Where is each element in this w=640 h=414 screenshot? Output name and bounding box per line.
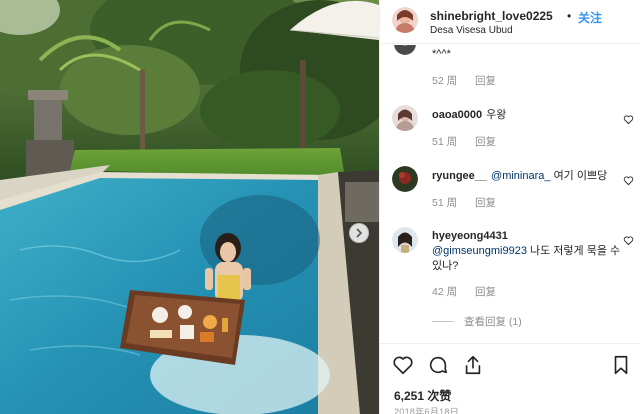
post-actions: 6,251 次赞 2018年6月18日 [380,343,640,414]
separator-dot: • [567,9,572,23]
comments-list[interactable]: *^^* 52 周 回复 oaoa0000 우왕 51 周 回复 ryungee_… [380,45,640,343]
comment-age: 51 周 [432,197,458,209]
avatar[interactable] [392,7,418,33]
view-replies-label: 查看回复 (1) [464,316,522,328]
view-replies-button[interactable]: 查看回复 (1) [432,314,522,329]
comment-username[interactable]: hyeyeong4431 [432,230,508,242]
avatar[interactable] [392,227,418,253]
comment-body: hyeyeong4431 @gimseungmi9923 나도 저렇게 묵을 수 … [432,229,622,274]
comment-text: 우왕 [486,109,507,121]
comment-icon[interactable] [427,354,449,376]
reply-button[interactable]: 回复 [475,134,496,149]
follow-button[interactable]: 关注 [578,9,602,26]
comment-age: 52 周 [432,75,458,87]
avatar[interactable] [392,105,418,131]
post-username[interactable]: shinebright_love0225 [430,9,553,23]
comment-mention[interactable]: @gimseungmi9923 [432,245,527,257]
post-header: shinebright_love0225 • 关注 Desa Visesa Ub… [380,0,640,44]
bookmark-icon[interactable] [610,354,632,376]
carousel-next-button[interactable] [349,223,369,243]
pool-photo-image [0,0,379,414]
comment-mention[interactable]: @mininara_ [491,170,550,182]
reply-button[interactable]: 回复 [475,195,496,210]
share-icon[interactable] [462,354,484,376]
comment-age: 51 周 [432,136,458,148]
chevron-right-icon [356,228,363,238]
reply-button[interactable]: 回复 [475,73,496,88]
heart-icon[interactable] [623,235,634,246]
comment-age: 42 周 [432,286,458,298]
comment-text: 여기 이쁘당 [553,170,608,182]
replies-line [432,321,454,322]
comment-username[interactable]: ryungee__ [432,170,487,182]
comment-username[interactable]: oaoa0000 [432,109,482,121]
heart-icon[interactable] [392,354,414,376]
post-side-panel: shinebright_love0225 • 关注 Desa Visesa Ub… [380,0,640,414]
post-photo[interactable] [0,0,379,414]
heart-icon[interactable] [623,175,634,186]
avatar[interactable] [392,166,418,192]
comment-body: oaoa0000 우왕 [432,108,622,123]
heart-icon[interactable] [623,114,634,125]
comment-text: *^^* [432,48,451,60]
post-location[interactable]: Desa Visesa Ubud [430,25,513,36]
avatar[interactable] [394,45,416,55]
reply-button[interactable]: 回复 [475,284,496,299]
post-date: 2018年6月18日 [394,407,460,414]
comment-body: ryungee__ @mininara_ 여기 이쁘당 [432,169,622,184]
likes-count[interactable]: 6,251 次赞 [394,387,451,404]
